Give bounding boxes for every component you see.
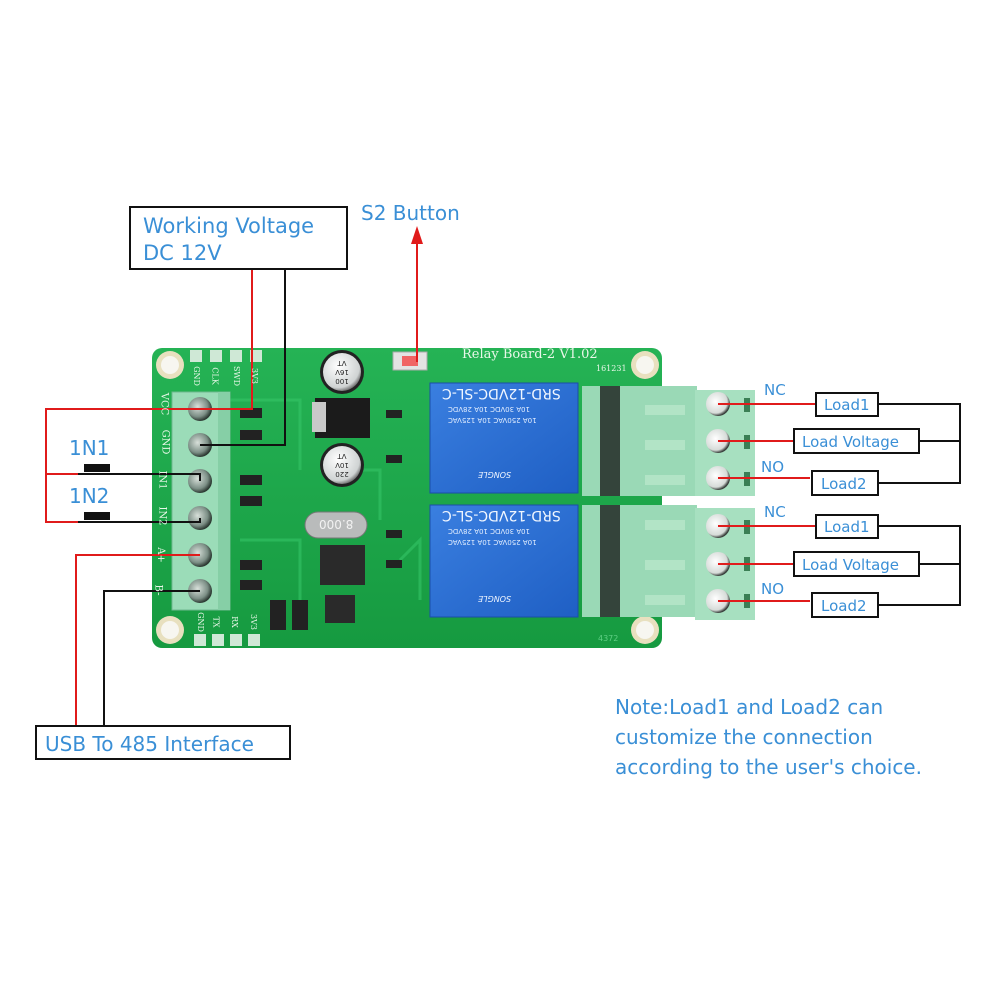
terminal-pin-labels: VCC GND IN1 IN2 A+ B- [150,392,171,610]
relay1-no-label: NO [761,458,785,476]
relay1-load1-box: Load1 [815,392,879,417]
relay1-brand: SONGLE [478,470,512,479]
output-terminal-block-2 [582,505,755,620]
usb-to-485-box: USB To 485 Interface [35,725,291,760]
pin-label-vcc: VCC [158,392,170,416]
header-label-clk: CLK [210,367,220,385]
relay2-load1-box: Load1 [815,514,879,539]
note-line-2: customize the connection [615,725,873,749]
pin-label-gnd: GND [159,429,171,455]
cap1-label: 100 16V VT [335,359,349,385]
pin-label-b: B- [152,584,164,596]
cap2-label: 220 10V VT [335,452,349,478]
input-terminal-block [171,391,231,611]
relay2-rating2: 10A 30VDC 10A 28VDC [448,527,531,535]
relay1-nc-label: NC [764,381,786,399]
in2-label: 1N2 [69,484,110,508]
note-line-3: according to the user's choice. [615,755,922,779]
working-voltage-line2: DC 12V [143,241,222,265]
header-label-3v3: 3V3 [249,368,259,384]
s2-button[interactable] [392,351,428,371]
relay1-model: SRD-12VDC-SL-C [442,385,561,401]
relay1-load-voltage-box: Load Voltage [793,428,920,454]
working-voltage-box: Working Voltage DC 12V [129,206,348,270]
s2-button-label: S2 Button [361,201,460,225]
relay2-load2-box: Load2 [811,592,879,618]
rs485-chip [325,595,355,623]
board-name: Relay Board-2 V1.02 [462,347,598,362]
relay1-rating1: 10A 250VAC 10A 125VAC [448,416,537,424]
relay1-rating2: 10A 30VDC 10A 28VDC [448,405,531,413]
relay2-model: SRD-12VDC-SL-C [442,507,561,523]
in2-switch-symbol [78,512,117,523]
relay2-rating1: 10A 250VAC 10A 125VAC [448,538,537,546]
working-voltage-line1: Working Voltage [143,214,315,238]
relay1-load2-box: Load2 [811,470,879,496]
s2-arrow-head [411,226,423,244]
header-label-rx: RX [229,616,239,628]
board-serial: 4372 [598,634,619,643]
relay2-brand: SONGLE [478,594,512,603]
relay2-load-voltage-box: Load Voltage [793,551,920,577]
header-label-3v3-bottom: 3V3 [248,614,258,630]
pin-label-a: A+ [154,547,166,563]
note-text: Note:Load1 and Load2 can customize the c… [615,692,922,782]
header-label-swd: SWD [232,365,242,387]
relay2-nc-label: NC [764,503,786,521]
note-line-1: Note:Load1 and Load2 can [615,695,884,719]
header-label-gnd-bottom: GND [195,612,205,632]
pin-label-in1: IN1 [156,470,168,490]
in1-switch-symbol [78,464,117,475]
mcu-chip [320,545,365,585]
crystal-label: 8.000 [319,517,354,531]
header-label-tx: TX [211,616,221,628]
relay2-no-label: NO [761,580,785,598]
header-label-gnd: GND [191,366,201,386]
pin-label-in2: IN2 [156,506,168,526]
board-date-code: 161231 [596,364,627,373]
in1-label: 1N1 [69,436,110,460]
